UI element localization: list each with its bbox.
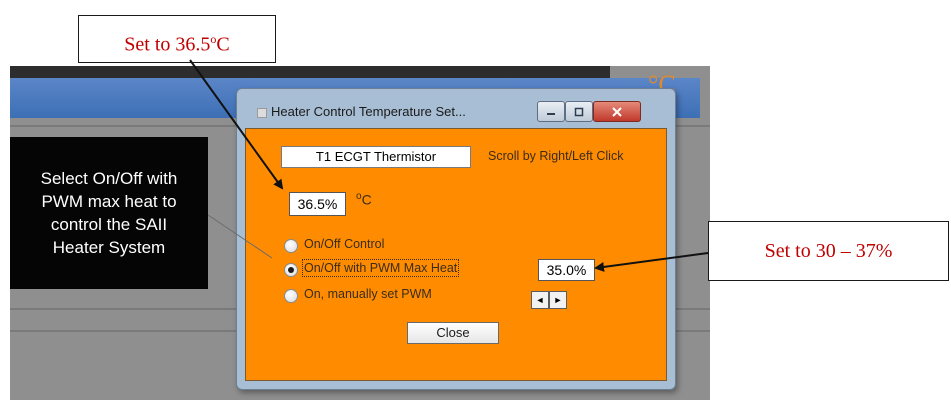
instruction-callout: Select On/Off with PWM max heat to contr… (10, 137, 208, 289)
maximize-button[interactable] (565, 101, 593, 122)
mode-radio-onoff[interactable] (284, 239, 298, 253)
heater-control-dialog: Heater Control Temperature Set... T1 ECG… (236, 88, 676, 390)
pwm-range-callout: Set to 30 – 37% (708, 221, 949, 281)
mode-radio-manual-pwm[interactable] (284, 289, 298, 303)
unit-letter: C (361, 191, 372, 208)
temperature-setpoint-field[interactable]: 36.5% (289, 192, 346, 216)
dialog-titlebar[interactable]: Heater Control Temperature Set... (237, 89, 675, 129)
pwm-range-callout-text: Set to 30 – 37% (764, 240, 893, 262)
mode-label-onoff-pwm[interactable]: On/Off with PWM Max Heat (301, 259, 460, 277)
minimize-icon (547, 112, 555, 115)
left-arrow-icon: ◄ (535, 295, 545, 305)
right-arrow-icon: ► (553, 295, 563, 305)
pwm-max-heat-field[interactable]: 35.0% (538, 259, 595, 281)
setpoint-callout: Set to 36.5oC (78, 15, 276, 63)
pwm-increase-button[interactable]: ► (549, 291, 567, 309)
pwm-decrease-button[interactable]: ◄ (531, 291, 549, 309)
maximize-icon (574, 107, 584, 116)
mode-label-onoff[interactable]: On/Off Control (304, 237, 384, 251)
close-icon (612, 106, 622, 117)
setpoint-callout-unit: C (216, 33, 230, 56)
minimize-button[interactable] (537, 101, 565, 122)
scroll-hint: Scroll by Right/Left Click (488, 149, 624, 163)
temperature-unit-label: oC (356, 191, 372, 208)
sensor-selector[interactable]: T1 ECGT Thermistor (281, 146, 471, 168)
dialog-client-area: T1 ECGT Thermistor Scroll by Right/Left … (245, 128, 667, 381)
setpoint-callout-text: Set to 36.5 (124, 33, 211, 56)
close-button[interactable]: Close (407, 322, 499, 344)
app-icon (257, 108, 267, 118)
instruction-text: Select On/Off with PWM max heat to contr… (40, 169, 178, 257)
close-window-button[interactable] (593, 101, 641, 122)
mode-radio-onoff-pwm[interactable] (284, 263, 298, 277)
mode-label-manual-pwm[interactable]: On, manually set PWM (304, 287, 432, 301)
dialog-title: Heater Control Temperature Set... (271, 104, 466, 119)
